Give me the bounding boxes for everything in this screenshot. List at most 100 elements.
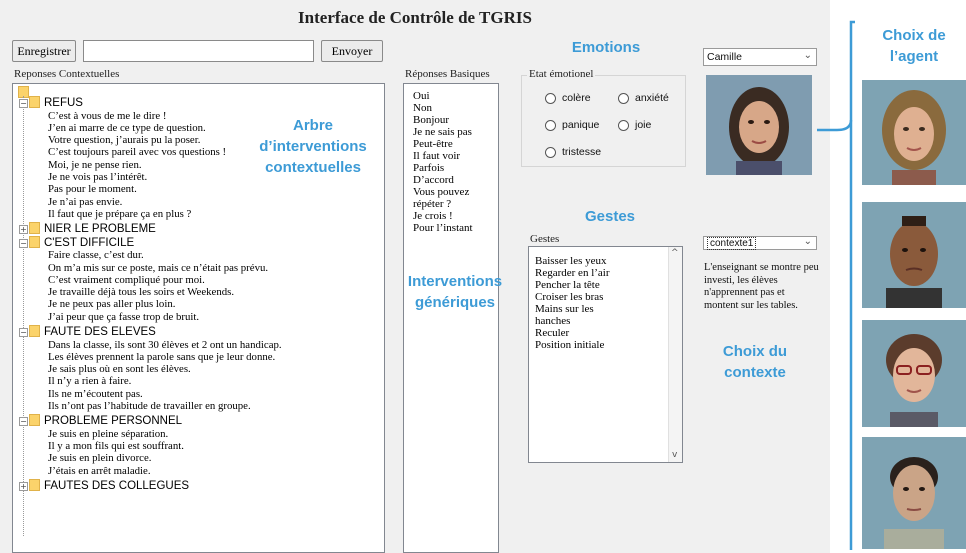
tree-node[interactable]: + FAUTES DES COLLEGUES (19, 479, 189, 492)
tree-leaf-response[interactable]: Je suis en pleine séparation. (48, 428, 168, 440)
agent-option-3[interactable] (862, 320, 966, 427)
tree-leaf-response[interactable]: Il faut que je prépare ça en plus ? (48, 208, 191, 220)
basic-response-item[interactable]: Il faut voir (413, 150, 473, 162)
tree-leaf-response[interactable]: Je sais plus où en sont les élèves. (48, 363, 191, 375)
tree-leaf-response[interactable]: On m’a mis sur ce poste, mais ce n’était… (48, 262, 268, 274)
radio-colere[interactable]: colère (545, 92, 591, 104)
tree-leaf-response[interactable]: Il n’y a rien à faire. (48, 375, 131, 387)
radio-tristesse[interactable]: tristesse (545, 146, 601, 158)
annotation-tree: Arbre d’interventions contextuelles (259, 117, 367, 176)
tree-leaf-response[interactable]: Je travaille déjà tous les soirs et Week… (48, 286, 234, 298)
scroll-down-icon[interactable]: v (672, 450, 677, 460)
gesture-item[interactable]: Mains sur les (535, 303, 610, 315)
basic-response-item[interactable]: Oui (413, 90, 473, 102)
gesture-item[interactable]: Pencher la tête (535, 279, 610, 291)
tree-node[interactable]: − C'EST DIFFICILE (19, 235, 134, 249)
folder-icon (29, 414, 40, 427)
agent-option-4-image (862, 437, 966, 549)
tree-leaf-response[interactable]: C’est à vous de me le dire ! (48, 110, 166, 122)
expand-icon[interactable]: + (19, 482, 28, 491)
chevron-down-icon: ⌄ (803, 50, 812, 61)
collapse-icon[interactable]: − (19, 328, 28, 337)
tree-node-label: REFUS (44, 97, 83, 109)
collapse-icon[interactable]: − (19, 99, 28, 108)
radio-panique[interactable]: panique (545, 119, 599, 131)
tree-node[interactable]: + NIER LE PROBLEME (19, 222, 156, 235)
agent-option-1-image (862, 80, 966, 185)
agent-option-2-image (862, 202, 966, 308)
folder-icon (29, 96, 40, 108)
tree-leaf-response[interactable]: J’en ai marre de ce type de question. (48, 122, 206, 134)
send-button[interactable]: Envoyer (321, 40, 383, 62)
tree-leaf-response[interactable]: Dans la classe, ils sont 30 élèves et 2 … (48, 339, 282, 351)
agent-option-3-image (862, 320, 966, 427)
chevron-down-icon: ⌄ (803, 236, 812, 247)
gesture-item[interactable]: Baisser les yeux (535, 255, 610, 267)
basic-response-item[interactable]: répéter ? (413, 198, 473, 210)
collapse-icon[interactable]: − (19, 238, 28, 248)
basic-response-item[interactable]: Vous pouvez (413, 186, 473, 198)
gesture-item[interactable]: Regarder en l’air (535, 267, 610, 279)
agent-option-4[interactable] (862, 437, 966, 549)
basic-response-item[interactable]: D’accord (413, 174, 473, 186)
gestures-scrollbar[interactable]: ^ v (668, 247, 682, 462)
tree-leaf-response[interactable]: Je n’ai pas envie. (48, 196, 122, 208)
gesture-item[interactable]: Reculer (535, 327, 610, 339)
tree-node[interactable]: − FAUTE DES ELEVES (19, 325, 156, 338)
tree-leaf-response[interactable]: Ils n’ont pas l’habitude de travailler e… (48, 400, 251, 412)
tree-leaf-response[interactable]: J’étais en arrêt maladie. (48, 465, 151, 477)
tree-leaf-response[interactable]: C’est toujours pareil avec vos questions… (48, 146, 226, 158)
tree-leaf-response[interactable]: Ils ne m’écoutent pas. (48, 388, 143, 400)
tree-leaf-response[interactable]: Je suis en plein divorce. (48, 452, 151, 464)
radio-anxiete[interactable]: anxiété (618, 92, 669, 104)
tree-node[interactable]: − REFUS (19, 96, 83, 109)
radio-joie[interactable]: joie (618, 119, 651, 131)
radio-label-tristesse: tristesse (562, 146, 602, 158)
collapse-icon[interactable]: − (19, 417, 28, 427)
message-input[interactable] (83, 40, 314, 62)
radio-label-panique: panique (562, 119, 600, 131)
save-button[interactable]: Enregistrer (12, 40, 76, 62)
tree-node[interactable]: − PROBLEME PERSONNEL (19, 414, 182, 427)
emotion-state-legend: Etat émotionel (527, 68, 596, 80)
contextual-responses-label: Reponses Contextuelles (14, 68, 120, 80)
tree-leaf-response[interactable]: Moi, je ne pense rien. (48, 159, 142, 171)
basic-response-item[interactable]: Peut-être (413, 138, 473, 150)
tree-leaf-response[interactable]: Je ne peux pas aller plus loin. (48, 298, 175, 310)
tree-leaf-response[interactable]: Votre question, j’aurais pu la poser. (48, 134, 200, 146)
gestures-label: Gestes (530, 233, 560, 245)
tree-leaf-response[interactable]: Je ne vois pas l’intérêt. (48, 171, 147, 183)
annotation-gestures: Gestes (584, 208, 636, 225)
basic-response-item[interactable]: Je crois ! (413, 210, 473, 222)
tree-leaf-response[interactable]: Faire classe, c’est dur. (48, 249, 144, 261)
tree-leaf-response[interactable]: C’est vraiment compliqué pour moi. (48, 274, 205, 286)
basic-response-item[interactable]: Parfois (413, 162, 473, 174)
basic-response-item[interactable]: Bonjour (413, 114, 473, 126)
basic-response-item[interactable]: Je ne sais pas (413, 126, 473, 138)
agent-option-1[interactable] (862, 80, 966, 185)
gesture-item[interactable]: Croiser les bras (535, 291, 610, 303)
basic-response-item[interactable]: Pour l’instant (413, 222, 473, 234)
gesture-item[interactable]: Position initiale (535, 339, 610, 351)
folder-icon (29, 235, 40, 248)
basic-responses-list[interactable]: Oui Non Bonjour Je ne sais pas Peut-être Il f… (403, 83, 499, 553)
context-select[interactable]: contexte1 ⌄ (703, 236, 817, 250)
agent-option-2[interactable] (862, 202, 966, 308)
gestures-list[interactable]: Baisser les yeux Regarder en l’air Pencher… (528, 246, 683, 463)
radio-label-joie: joie (635, 119, 652, 131)
expand-icon[interactable]: + (19, 225, 28, 235)
basic-response-item[interactable]: Non (413, 102, 473, 114)
agent-select[interactable]: Camille ⌄ (703, 48, 817, 66)
tree-leaf-response[interactable]: Il y a mon fils qui est souffrant. (48, 440, 184, 452)
tree-leaf-response[interactable]: Les élèves prennent la parole sans que j… (48, 351, 275, 363)
context-description: L'enseignant se montre peu investi, les … (704, 262, 819, 311)
tree-leaf-response[interactable]: J’ai peur que ça fasse trop de bruit. (48, 311, 199, 323)
scroll-up-icon[interactable]: ^ (671, 248, 679, 258)
tree-leaf-response[interactable]: Pas pour le moment. (48, 183, 137, 195)
folder-icon (29, 222, 40, 235)
radio-circle (618, 92, 629, 104)
folder-icon (29, 479, 40, 491)
tree-node-label: PROBLEME PERSONNEL (44, 415, 183, 428)
basic-responses-items: Oui Non Bonjour Je ne sais pas Peut-être Il f… (413, 90, 473, 234)
gesture-item[interactable]: hanches (535, 315, 610, 327)
